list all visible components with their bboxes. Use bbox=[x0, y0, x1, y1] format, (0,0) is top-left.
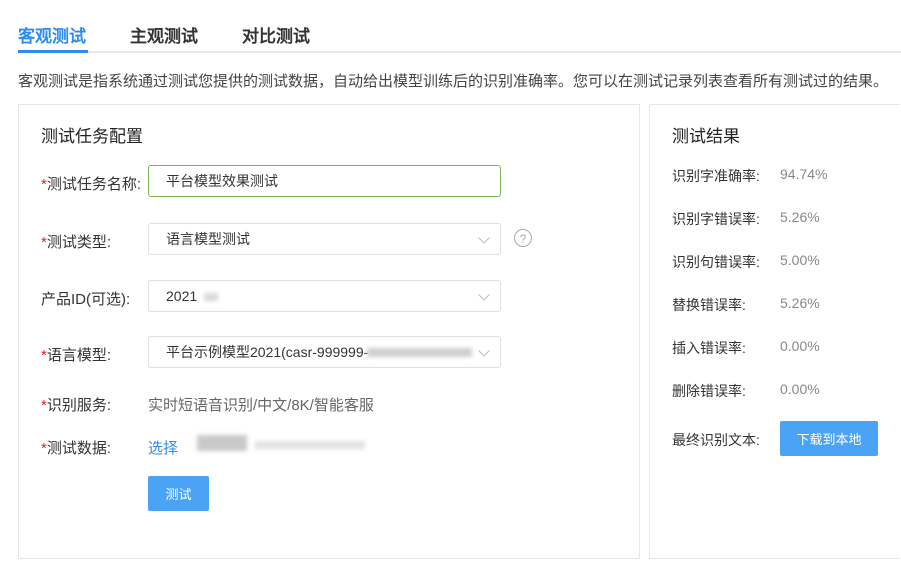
language-model-label: *语言模型: bbox=[41, 347, 112, 364]
help-icon[interactable]: ? bbox=[514, 229, 532, 247]
active-tab-indicator bbox=[18, 50, 88, 53]
redacted-blur bbox=[204, 293, 218, 301]
result-label: 识别句错误率: bbox=[672, 254, 760, 270]
test-data-label: *测试数据: bbox=[41, 440, 112, 457]
chevron-down-icon bbox=[478, 232, 490, 244]
language-model-value: 平台示例模型2021(casr-999999- bbox=[166, 344, 369, 360]
service-value: 实时短语音识别/中文/8K/智能客服 bbox=[148, 397, 374, 414]
tab-comparison-test[interactable]: 对比测试 bbox=[242, 22, 310, 47]
result-label: 识别字错误率: bbox=[672, 211, 760, 227]
test-results-panel: 测试结果 识别字准确率: 94.74% 识别字错误率: 5.26% 识别句错误率… bbox=[649, 104, 900, 559]
page-description: 客观测试是指系统通过测试您提供的测试数据，自动给出模型训练后的识别准确率。您可以… bbox=[18, 73, 889, 90]
chevron-down-icon bbox=[478, 345, 490, 357]
result-value: 94.74% bbox=[780, 166, 828, 182]
result-label: 插入错误率: bbox=[672, 340, 746, 356]
test-submit-button[interactable]: 测试 bbox=[148, 476, 209, 511]
chevron-down-icon bbox=[478, 289, 490, 301]
service-label: *识别服务: bbox=[41, 397, 112, 414]
download-button[interactable]: 下载到本地 bbox=[780, 421, 878, 456]
tab-divider bbox=[18, 51, 901, 53]
result-value: 5.26% bbox=[780, 209, 820, 225]
redacted-blur bbox=[367, 348, 472, 357]
language-model-select[interactable]: 平台示例模型2021(casr-999999- bbox=[148, 336, 501, 368]
task-name-label: *测试任务名称: bbox=[41, 176, 142, 193]
result-value: 5.26% bbox=[780, 295, 820, 311]
test-config-panel: 测试任务配置 *测试任务名称: 平台模型效果测试 *测试类型: 语言模型测试 ?… bbox=[18, 104, 640, 559]
result-label: 识别字准确率: bbox=[672, 168, 760, 184]
tab-subjective-test[interactable]: 主观测试 bbox=[130, 22, 198, 47]
final-text-label: 最终识别文本: bbox=[672, 432, 760, 448]
product-id-value: 2021 bbox=[166, 288, 198, 304]
test-type-value: 语言模型测试 bbox=[166, 231, 250, 247]
product-id-label: 产品ID(可选): bbox=[41, 291, 131, 308]
tab-bar: 客观测试 主观测试 对比测试 bbox=[0, 0, 901, 53]
select-data-link[interactable]: 选择 bbox=[148, 437, 178, 458]
result-value: 0.00% bbox=[780, 381, 820, 397]
result-label: 删除错误率: bbox=[672, 383, 746, 399]
redacted-filename-blur bbox=[197, 435, 247, 451]
task-name-input[interactable]: 平台模型效果测试 bbox=[148, 165, 501, 197]
test-type-label: *测试类型: bbox=[41, 234, 112, 251]
redacted-filename-blur bbox=[255, 441, 365, 449]
test-type-select[interactable]: 语言模型测试 bbox=[148, 223, 501, 255]
result-value: 5.00% bbox=[780, 252, 820, 268]
tab-objective-test[interactable]: 客观测试 bbox=[18, 22, 86, 47]
product-id-select[interactable]: 2021 bbox=[148, 280, 501, 312]
result-value: 0.00% bbox=[780, 338, 820, 354]
result-label: 替换错误率: bbox=[672, 297, 746, 313]
results-panel-title: 测试结果 bbox=[672, 127, 740, 146]
config-panel-title: 测试任务配置 bbox=[41, 127, 143, 146]
